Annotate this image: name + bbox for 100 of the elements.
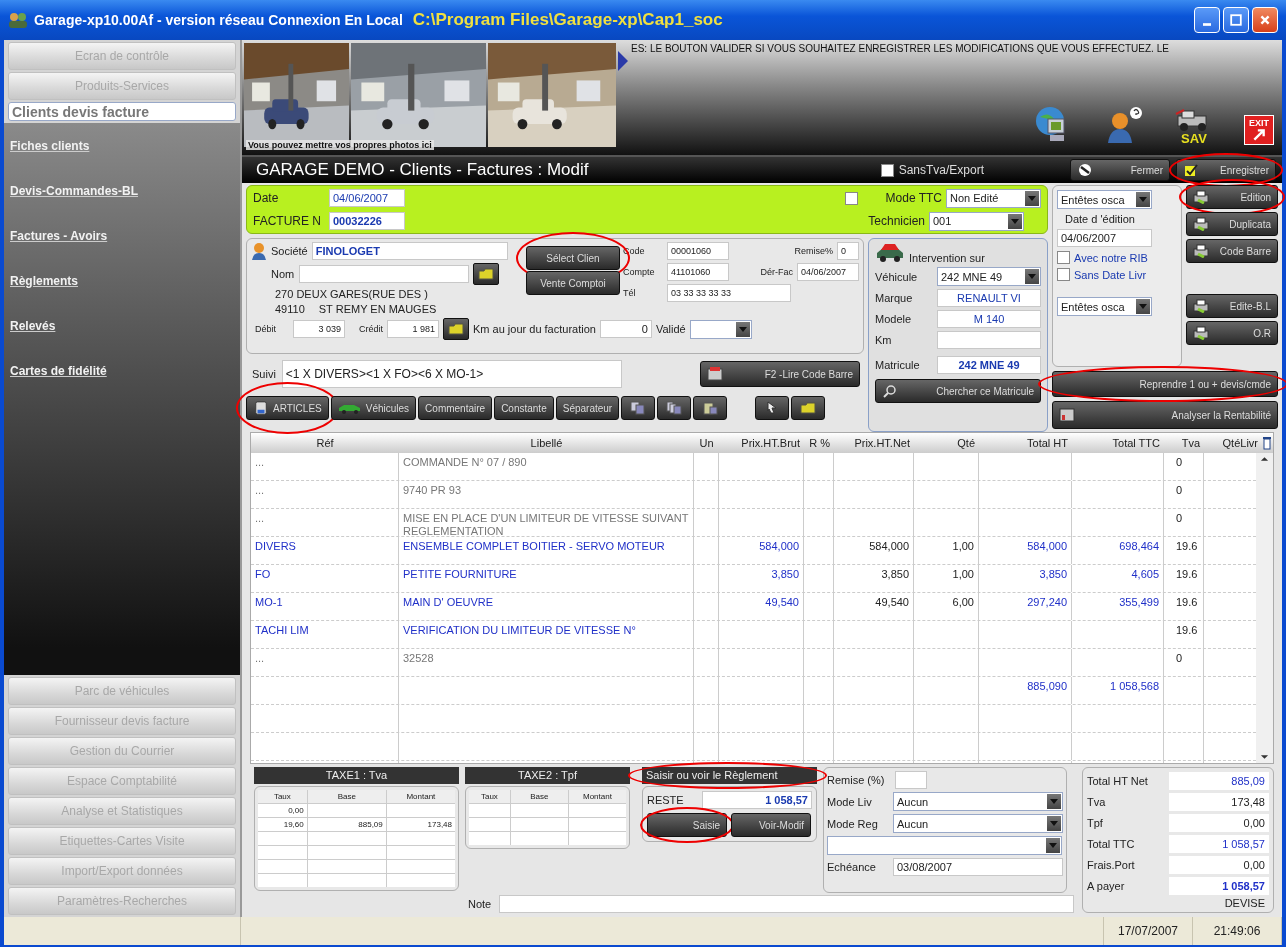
maximize-button[interactable] — [1223, 7, 1249, 33]
print-button[interactable]: Edition — [1186, 185, 1278, 209]
km-field[interactable] — [937, 331, 1041, 349]
column-header[interactable]: QtéLivr — [1204, 437, 1262, 449]
phone-field[interactable]: 03 33 33 33 33 — [667, 284, 791, 302]
header-button[interactable]: Fermer — [1070, 159, 1170, 181]
toolbar-button[interactable]: Constante — [494, 396, 554, 420]
checkmark-icon — [1183, 163, 1199, 177]
table-cell: ... — [251, 481, 399, 508]
column-header[interactable]: Qté — [914, 437, 979, 449]
copy-multiple-icon — [666, 401, 683, 415]
sidebar-link[interactable]: Règlements — [10, 274, 234, 288]
print-button[interactable]: Code Barre — [1186, 239, 1278, 263]
total-label: Frais.Port — [1087, 858, 1136, 871]
search-registration-button[interactable]: Chercher ce Matricule — [875, 379, 1041, 403]
folder-button[interactable] — [443, 318, 469, 340]
paste-button[interactable] — [693, 396, 728, 420]
model-field[interactable]: M 140 — [937, 310, 1041, 328]
total-value: 0,00 — [1169, 813, 1269, 832]
sidebar-link[interactable]: Factures - Avoirs — [10, 229, 234, 243]
column-header[interactable]: Un — [694, 437, 719, 449]
invoice-number-field[interactable]: 00032226 — [329, 212, 405, 230]
column-header: Taux — [469, 790, 510, 803]
column-header[interactable]: Tva — [1164, 437, 1204, 449]
pointer-button[interactable] — [755, 396, 790, 420]
checkbox[interactable] — [880, 163, 894, 177]
payment-button[interactable]: Saisie — [647, 813, 727, 837]
payment-button[interactable]: Voir-Modif — [731, 813, 811, 837]
column-header[interactable]: Total TTC — [1072, 437, 1164, 449]
print-button[interactable]: O.R — [1186, 321, 1278, 345]
table-cell: 19.6 — [1164, 593, 1204, 620]
sidebar-button[interactable]: Clients devis facture — [8, 102, 236, 121]
code-field[interactable]: 00001060 — [667, 242, 729, 260]
scrollbar[interactable] — [1256, 453, 1273, 763]
date-field[interactable]: 04/06/2007 — [329, 189, 405, 207]
company-field[interactable]: FINOLOGET — [311, 242, 508, 260]
payment-mode-dropdown[interactable]: Aucun — [893, 814, 1063, 833]
km-field[interactable]: 0 — [599, 320, 652, 338]
print-button[interactable]: Edite-B.L — [1186, 294, 1278, 318]
checkbox[interactable] — [1057, 268, 1070, 281]
note-field[interactable] — [499, 895, 1074, 913]
scroll-up-icon[interactable] — [1260, 456, 1269, 462]
printer-icon — [1193, 299, 1209, 313]
toolbar-button[interactable]: Commentaire — [418, 396, 493, 420]
copy-button[interactable] — [621, 396, 656, 420]
status-dropdown[interactable]: Non Edité — [946, 188, 1041, 208]
due-date-field[interactable]: 03/08/2007 — [893, 858, 1063, 876]
checkbox[interactable] — [1057, 251, 1070, 264]
table-cell: 173,48 — [386, 818, 455, 831]
scroll-down-icon[interactable] — [1260, 754, 1269, 760]
resume-quote-button[interactable]: Reprendre 1 ou + devis/cmde — [1052, 371, 1278, 397]
sidebar-link[interactable]: Relevés — [10, 319, 234, 333]
sidebar-link[interactable]: Devis-Commandes-BL — [10, 184, 234, 198]
trash-icon[interactable] — [1262, 436, 1272, 450]
barcode-button[interactable]: F2 -Lire Code Barre — [700, 361, 860, 387]
copy-multiple-button[interactable] — [657, 396, 692, 420]
dropdown[interactable] — [827, 836, 1062, 855]
account-field[interactable]: 41101060 — [667, 263, 729, 281]
date-field[interactable]: 04/06/2007 — [797, 263, 859, 281]
profitability-button[interactable]: Analyser la Rentabilité — [1052, 401, 1278, 429]
column-header[interactable]: Total HT — [979, 437, 1072, 449]
close-button[interactable] — [1252, 7, 1278, 33]
column-header[interactable]: Réf — [251, 437, 399, 449]
blank-cell — [510, 804, 568, 817]
registration-field[interactable]: 242 MNE 49 — [937, 356, 1041, 374]
blank-cell — [386, 846, 455, 859]
toolbar-button[interactable]: ARTICLES — [246, 396, 329, 420]
folder-icon — [478, 268, 494, 280]
column-header[interactable]: Prix.HT.Net — [834, 437, 914, 449]
discount-field[interactable]: 0 — [837, 242, 859, 260]
validated-dropdown[interactable] — [689, 319, 752, 339]
checkbox-label: Avec notre RIB — [1074, 251, 1148, 264]
checkbox-label: SansTva/Export — [898, 163, 984, 177]
sidebar-link[interactable]: Cartes de fidélité — [10, 364, 234, 378]
folder-button[interactable] — [791, 396, 826, 420]
header-button[interactable]: Enregistrer — [1176, 159, 1276, 181]
toolbar-button[interactable]: Séparateur — [555, 396, 620, 420]
maximize-icon — [1230, 14, 1242, 26]
brand-field[interactable]: RENAULT VI — [937, 289, 1041, 307]
technician-dropdown[interactable]: 001 — [929, 211, 1024, 231]
delivery-mode-dropdown[interactable]: Aucun — [893, 792, 1063, 811]
exit-button[interactable]: EXIT — [1244, 115, 1274, 145]
folder-button[interactable] — [473, 263, 499, 285]
name-field[interactable] — [299, 265, 469, 283]
column-header: Base — [510, 790, 568, 803]
follow-up-field[interactable]: <1 X DIVERS><1 X FO><6 X MO-1> — [281, 360, 622, 388]
discount-field[interactable] — [895, 771, 927, 789]
column-header[interactable]: Libellé — [399, 437, 694, 449]
column-header[interactable]: Prix.HT.Brut — [719, 437, 804, 449]
header-dropdown[interactable]: Entêtes osca — [1057, 190, 1152, 209]
column-header[interactable]: R % — [804, 437, 834, 449]
vehicle-dropdown[interactable]: 242 MNE 49 — [937, 267, 1041, 286]
client-button[interactable]: Vente Comptoi — [526, 271, 620, 295]
toolbar-button[interactable]: Véhicules — [330, 396, 417, 420]
print-button[interactable]: Duplicata — [1186, 212, 1278, 236]
minimize-button[interactable] — [1194, 7, 1220, 33]
date-field[interactable]: 04/06/2007 — [1057, 229, 1152, 247]
client-button[interactable]: Sélect Clien — [526, 246, 620, 270]
checkbox[interactable] — [845, 191, 858, 205]
footer-dropdown[interactable]: Entêtes osca — [1057, 297, 1152, 316]
